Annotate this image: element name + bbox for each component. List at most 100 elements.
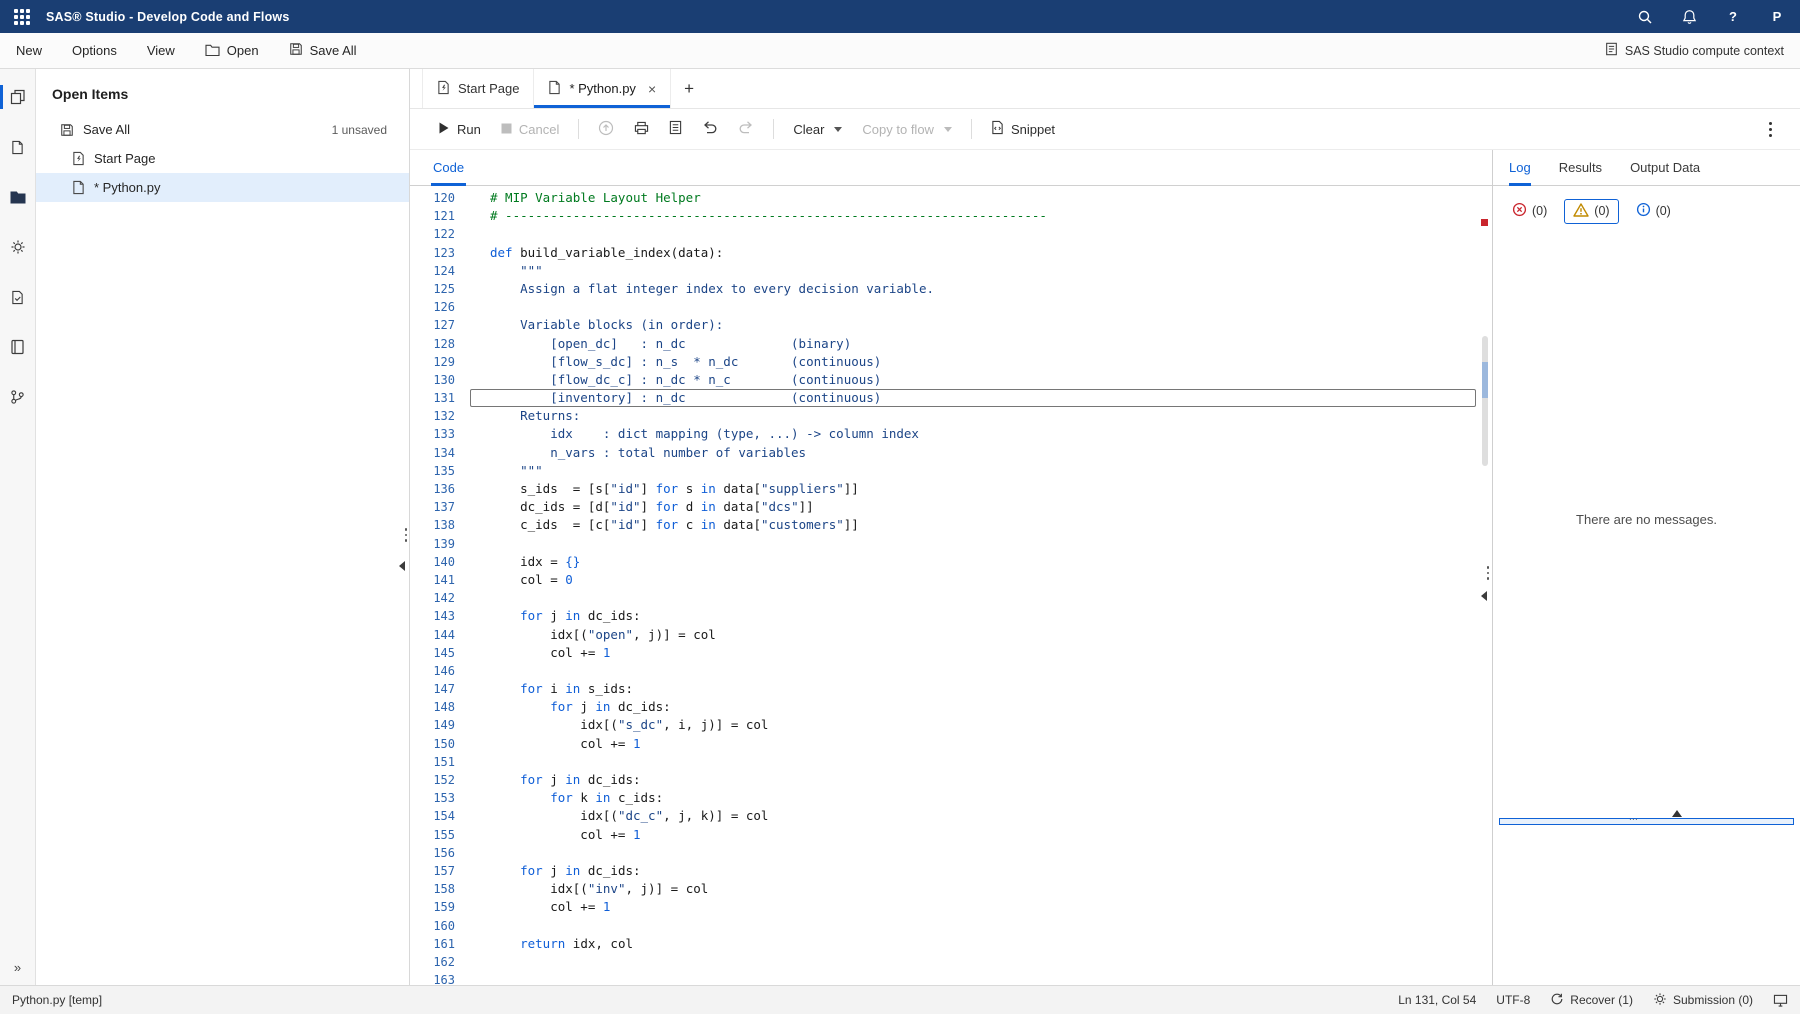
code-line[interactable]: 146 <box>410 662 1492 680</box>
code-line[interactable]: 124 """ <box>410 262 1492 280</box>
undo-button[interactable] <box>694 115 726 143</box>
code-line[interactable]: 139 <box>410 535 1492 553</box>
toolbar-overflow-button[interactable] <box>1763 116 1778 143</box>
new-tab-button[interactable]: + <box>671 69 707 108</box>
rail-steps-icon[interactable] <box>0 229 36 265</box>
code-line[interactable]: 151 <box>410 753 1492 771</box>
code-line[interactable]: 154 idx[("dc_c", j, k)] = col <box>410 807 1492 825</box>
tab-results[interactable]: Results <box>1559 150 1602 185</box>
scrollbar-thumb[interactable] <box>1482 336 1488 466</box>
code-line[interactable]: 123def build_variable_index(data): <box>410 244 1492 262</box>
code-line[interactable]: 160 <box>410 917 1492 935</box>
rail-expand-icon[interactable]: » <box>14 960 21 975</box>
code-line[interactable]: 149 idx[("s_dc", i, j)] = col <box>410 716 1492 734</box>
code-line[interactable]: 163 <box>410 971 1492 985</box>
help-icon[interactable]: ? <box>1724 8 1742 26</box>
code-line[interactable]: 138 c_ids = [c["id"] for c in data["cust… <box>410 516 1492 534</box>
code-line[interactable]: 135 """ <box>410 462 1492 480</box>
overview-ruler[interactable] <box>1478 186 1492 985</box>
code-line[interactable]: 127 Variable blocks (in order): <box>410 316 1492 334</box>
tab-log[interactable]: Log <box>1509 150 1531 185</box>
rail-open-items-icon[interactable] <box>0 79 36 115</box>
code-line[interactable]: 148 for j in dc_ids: <box>410 698 1492 716</box>
code-line[interactable]: 136 s_ids = [s["id"] for s in data["supp… <box>410 480 1492 498</box>
open-item-python-file[interactable]: * Python.py <box>36 173 409 202</box>
notifications-icon[interactable] <box>1680 8 1698 26</box>
copy-to-flow-dropdown[interactable]: Copy to flow <box>854 115 960 143</box>
submission-button[interactable]: Submission (0) <box>1653 992 1753 1009</box>
display-icon[interactable] <box>1773 994 1788 1007</box>
code-line[interactable]: 126 <box>410 298 1492 316</box>
recover-button[interactable]: Recover (1) <box>1550 992 1633 1009</box>
menu-view[interactable]: View <box>147 43 175 58</box>
rail-explorer-icon[interactable] <box>0 179 36 215</box>
log-horizontal-splitter[interactable]: ⋯ <box>1499 818 1794 825</box>
save-all-button[interactable]: Save All <box>289 42 357 59</box>
tab-start-page[interactable]: Start Page <box>422 69 534 108</box>
rail-tasks-icon[interactable] <box>0 279 36 315</box>
code-line[interactable]: 150 col += 1 <box>410 735 1492 753</box>
tab-output-data[interactable]: Output Data <box>1630 150 1700 185</box>
code-line[interactable]: 144 idx[("open", j)] = col <box>410 626 1492 644</box>
code-line[interactable]: 129 [flow_s_dc] : n_s * n_dc (continuous… <box>410 353 1492 371</box>
code-line[interactable]: 158 idx[("inv", j)] = col <box>410 880 1492 898</box>
code-line[interactable]: 131 [inventory] : n_dc (continuous) <box>410 389 1492 407</box>
collapse-panel-icon[interactable] <box>1481 591 1487 601</box>
menu-options[interactable]: Options <box>72 43 117 58</box>
clear-dropdown[interactable]: Clear <box>785 115 850 143</box>
code-line[interactable]: 140 idx = {} <box>410 553 1492 571</box>
close-icon[interactable]: × <box>648 81 656 97</box>
compute-context-selector[interactable]: SAS Studio compute context <box>1605 42 1784 59</box>
code-line[interactable]: 157 for j in dc_ids: <box>410 862 1492 880</box>
rail-sas-content-icon[interactable] <box>0 129 36 165</box>
search-icon[interactable] <box>1636 8 1654 26</box>
tab-python-file[interactable]: * Python.py × <box>534 69 671 108</box>
code-line[interactable]: 156 <box>410 844 1492 862</box>
code-line[interactable]: 161 return idx, col <box>410 935 1492 953</box>
code-line[interactable]: 155 col += 1 <box>410 826 1492 844</box>
code-line[interactable]: 121# -----------------------------------… <box>410 207 1492 225</box>
code-line[interactable]: 132 Returns: <box>410 407 1492 425</box>
snippet-button[interactable]: Snippet <box>983 115 1063 143</box>
code-editor[interactable]: 120# MIP Variable Layout Helper121# ----… <box>410 186 1492 985</box>
code-line[interactable]: 152 for j in dc_ids: <box>410 771 1492 789</box>
code-line[interactable]: 147 for i in s_ids: <box>410 680 1492 698</box>
code-line[interactable]: 130 [flow_dc_c] : n_dc * n_c (continuous… <box>410 371 1492 389</box>
tab-code[interactable]: Code <box>431 150 466 185</box>
code-line[interactable]: 159 col += 1 <box>410 898 1492 916</box>
code-line[interactable]: 128 [open_dc] : n_dc (binary) <box>410 335 1492 353</box>
code-line[interactable]: 145 col += 1 <box>410 644 1492 662</box>
open-item-start-page[interactable]: Start Page <box>36 144 409 173</box>
line-number: 142 <box>410 589 470 607</box>
user-avatar[interactable]: P <box>1768 8 1786 26</box>
code-line[interactable]: 137 dc_ids = [d["id"] for d in data["dcs… <box>410 498 1492 516</box>
collapse-panel-icon[interactable] <box>399 561 405 571</box>
code-line[interactable]: 125 Assign a flat integer index to every… <box>410 280 1492 298</box>
panel-splitter-handle[interactable] <box>405 528 408 542</box>
code-line[interactable]: 143 for j in dc_ids: <box>410 607 1492 625</box>
open-button[interactable]: Open <box>205 43 259 59</box>
code-line[interactable]: 120# MIP Variable Layout Helper <box>410 189 1492 207</box>
error-filter-badge[interactable]: (0) <box>1507 198 1552 224</box>
cancel-button[interactable]: Cancel <box>493 115 567 143</box>
code-line[interactable]: 122 <box>410 225 1492 243</box>
open-items-save-all[interactable]: Save All 1 unsaved <box>36 115 409 144</box>
code-line[interactable]: 162 <box>410 953 1492 971</box>
code-line[interactable]: 142 <box>410 589 1492 607</box>
format-code-button[interactable] <box>661 115 690 143</box>
submit-button[interactable] <box>590 115 622 143</box>
run-button[interactable]: Run <box>430 115 489 143</box>
code-line[interactable]: 153 for k in c_ids: <box>410 789 1492 807</box>
code-line[interactable]: 141 col = 0 <box>410 571 1492 589</box>
code-line[interactable]: 133 idx : dict mapping (type, ...) -> co… <box>410 425 1492 443</box>
panel-splitter-handle[interactable] <box>1487 566 1490 580</box>
info-filter-badge[interactable]: (0) <box>1631 198 1676 224</box>
print-button[interactable] <box>626 115 657 143</box>
code-line[interactable]: 134 n_vars : total number of variables <box>410 444 1492 462</box>
app-switcher-icon[interactable] <box>14 9 30 25</box>
rail-snippets-icon[interactable] <box>0 329 36 365</box>
menu-new[interactable]: New <box>16 43 42 58</box>
rail-git-icon[interactable] <box>0 379 36 415</box>
warning-filter-badge[interactable]: (0) <box>1564 199 1618 224</box>
redo-button[interactable] <box>730 115 762 143</box>
